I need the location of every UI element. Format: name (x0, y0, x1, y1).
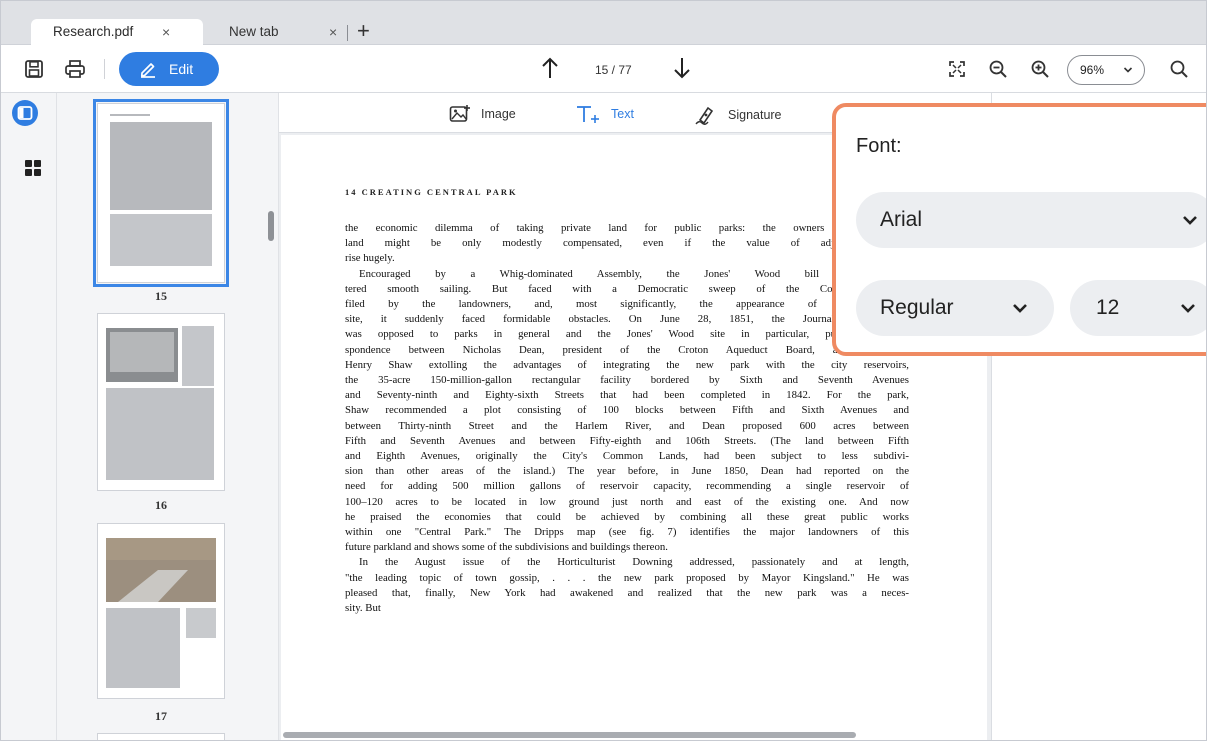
signature-pen-icon (695, 106, 714, 125)
pdf-editor-window: Research.pdf × New tab × + Edit 15 / 77 (0, 0, 1207, 741)
text-line: Encouraged by a Whig-dominated Assembly,… (359, 267, 909, 280)
tab-divider (347, 25, 348, 41)
tab-label: Research.pdf (53, 24, 134, 39)
font-size-select[interactable]: 12 (1070, 280, 1206, 336)
tab-new-tab[interactable]: New tab × (201, 19, 337, 45)
thumbnail-scrollbar[interactable] (268, 211, 274, 241)
text-line: he praised the economies that could be a… (345, 510, 909, 523)
text-line: filed by the landowners, and, most signi… (345, 298, 909, 311)
chevron-down-icon (1181, 304, 1195, 313)
edit-button-label: Edit (169, 61, 194, 77)
text-line: 100–120 acres to be located in low groun… (345, 495, 909, 508)
grid-view-icon[interactable] (24, 159, 42, 182)
text-line: need for adding 500 million gallons of r… (345, 480, 909, 493)
thumbnail-page-number: 15 (155, 289, 167, 303)
main-toolbar: Edit 15 / 77 96% (1, 45, 1206, 93)
edit-button[interactable]: Edit (119, 52, 219, 86)
text-line: and Eighth Avenues, originally the City'… (345, 450, 909, 463)
text-line: land might be only modestly compensated,… (345, 237, 909, 250)
fit-screen-icon[interactable] (945, 57, 969, 81)
add-text-icon (577, 106, 599, 123)
insert-text-button[interactable]: Text (575, 104, 634, 124)
text-line: Shaw recommended a plot consisting of 10… (345, 404, 909, 417)
next-page-arrow-icon[interactable] (672, 55, 692, 88)
text-line: tered smooth sailing. But faced with a D… (345, 282, 909, 295)
thumbnail-sidebar: 15 16 17 (57, 93, 279, 740)
chevron-down-icon (1123, 67, 1133, 73)
insert-image-label: Image (481, 107, 516, 121)
insert-signature-button[interactable]: Signature (694, 104, 782, 126)
font-settings-popup: Font: Arial Regular 12 (832, 103, 1206, 356)
page-thumbnail-15[interactable] (93, 99, 229, 287)
text-line: In the August issue of the Horticulturis… (359, 556, 909, 569)
font-family-value: Arial (880, 208, 923, 231)
page-thumbnail-18[interactable] (97, 733, 225, 740)
text-line: sity. But (345, 602, 381, 615)
text-line: future parkland and shows some of the su… (345, 541, 668, 554)
thumbnails-panel-icon[interactable] (11, 99, 39, 132)
text-line: between Thirty-ninth Street and the Harl… (345, 419, 909, 432)
toolbar-divider (104, 59, 105, 79)
new-tab-button[interactable]: + (357, 18, 370, 44)
zoom-select[interactable]: 96% (1067, 55, 1145, 85)
chevron-down-icon (1013, 304, 1027, 313)
tab-close-icon[interactable]: × (162, 19, 170, 45)
font-family-select[interactable]: Arial (856, 192, 1206, 248)
image-icon (449, 105, 470, 122)
tab-research-pdf[interactable]: Research.pdf × (31, 19, 203, 45)
pencil-icon (140, 63, 155, 78)
text-line: within one "Central Park." The Dripps ma… (345, 526, 909, 539)
tab-strip: Research.pdf × New tab × + (1, 1, 1206, 45)
text-line: spondence between Nicholas Dean, preside… (345, 343, 909, 356)
text-line: Fifth and Seventh Avenues and between Fi… (345, 434, 909, 447)
font-size-value: 12 (1096, 296, 1120, 319)
text-line: the 35-acre 150-million-gallon rectangul… (345, 374, 909, 387)
page-thumbnail-16[interactable] (97, 313, 225, 491)
insert-signature-label: Signature (728, 108, 782, 122)
page-indicator[interactable]: 15 / 77 (595, 63, 632, 77)
chevron-down-icon (1183, 216, 1197, 225)
page-thumbnail-17[interactable] (97, 523, 225, 699)
font-style-value: Regular (880, 296, 954, 319)
text-line: sion than other areas of the island.) Th… (345, 465, 909, 478)
font-style-select[interactable]: Regular (856, 280, 1054, 336)
text-line: was opposed to parks in general and the … (345, 328, 909, 341)
page-body-text[interactable]: the economic dilemma of taking private l… (345, 221, 909, 616)
text-line: Henry Shaw extolling the advantages of i… (345, 358, 909, 371)
insert-text-label: Text (611, 107, 634, 121)
search-icon[interactable] (1167, 57, 1191, 81)
thumbnail-page-number: 16 (155, 498, 167, 512)
running-head: 14 CREATING CENTRAL PARK (345, 187, 518, 197)
text-line: rise hugely. (345, 252, 395, 265)
left-rail (1, 93, 57, 740)
zoom-value: 96% (1080, 63, 1105, 77)
zoom-in-icon[interactable] (1028, 57, 1052, 81)
tab-label: New tab (229, 24, 279, 39)
horizontal-scrollbar[interactable] (283, 732, 856, 738)
tab-close-icon[interactable]: × (329, 19, 337, 45)
text-line: pleased that, finally, New York had awak… (345, 586, 909, 599)
text-line: and Seventy-ninth and Eighty-sixth Stree… (345, 389, 909, 402)
text-line: site, it suddenly faced formidable obsta… (345, 313, 909, 326)
font-label: Font: (856, 135, 902, 157)
previous-page-arrow-icon[interactable] (540, 55, 560, 88)
print-icon[interactable] (63, 57, 87, 81)
save-icon[interactable] (22, 57, 46, 81)
text-line: "the leading topic of town gossip, . . .… (345, 571, 909, 584)
text-line: the economic dilemma of taking private l… (345, 222, 909, 234)
insert-image-button[interactable]: Image (449, 104, 516, 124)
thumbnail-page-number: 17 (155, 709, 167, 723)
zoom-out-icon[interactable] (986, 57, 1010, 81)
